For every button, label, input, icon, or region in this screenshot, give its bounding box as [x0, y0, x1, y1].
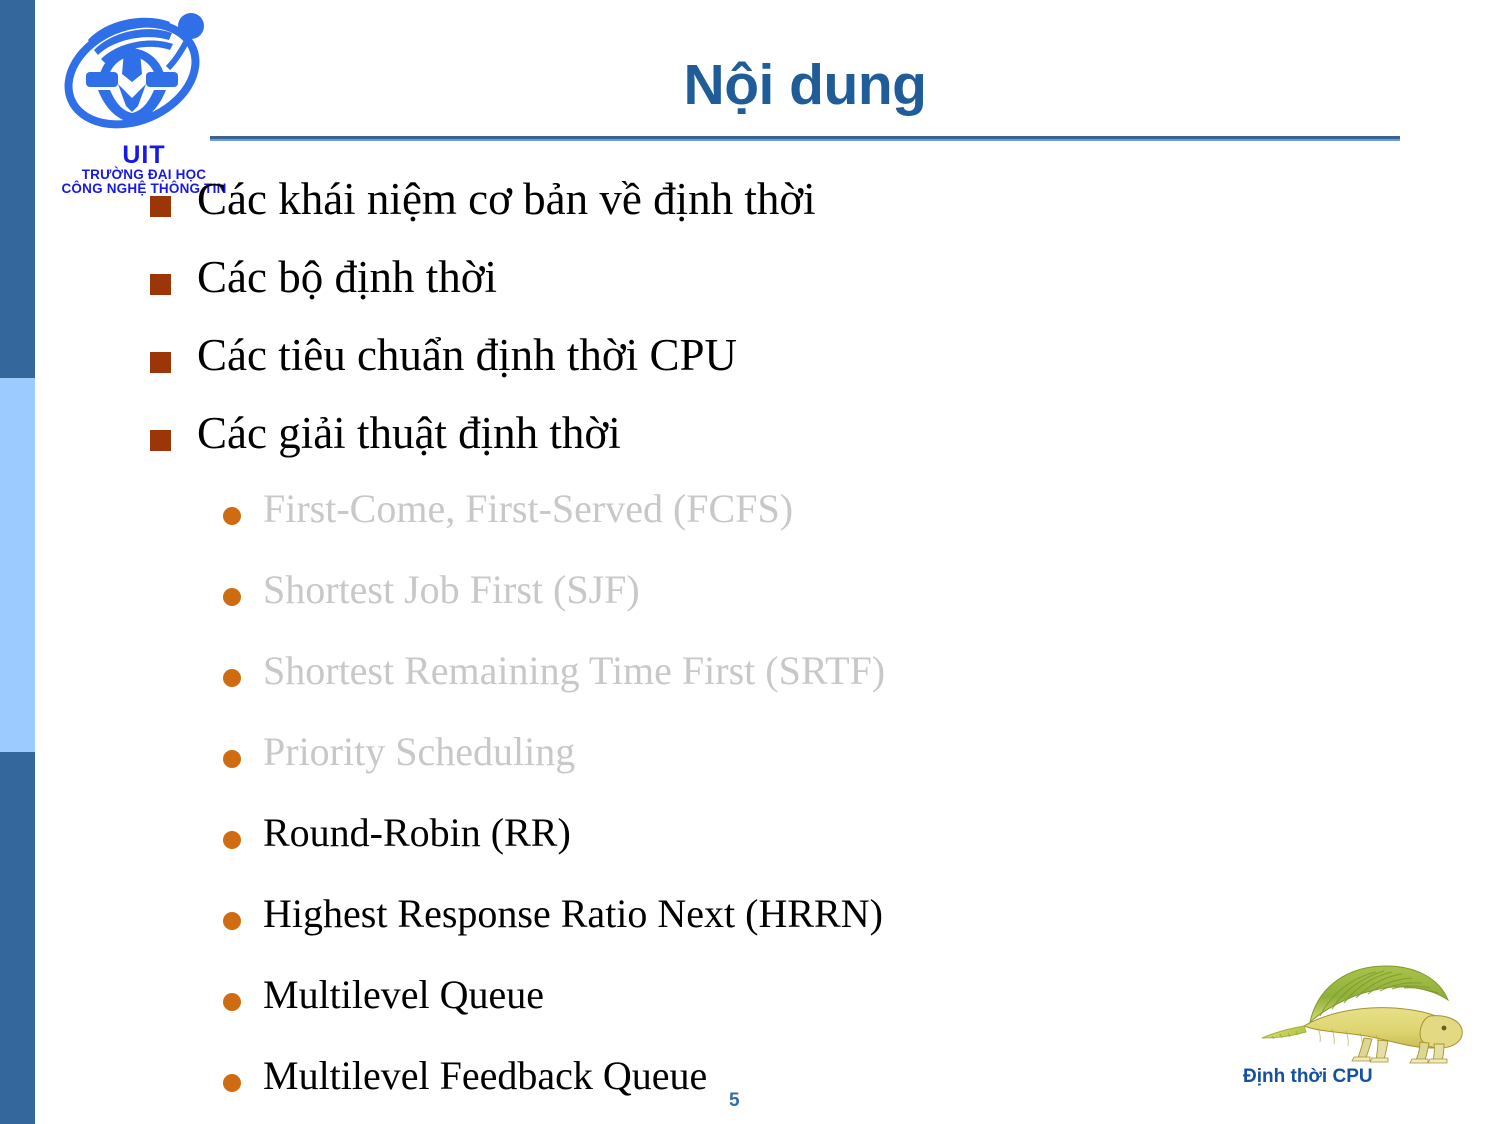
outline-item-label: Các bộ định thời: [197, 252, 498, 302]
sidebar-band-top: [0, 0, 35, 378]
title-underline: [210, 136, 1400, 141]
outline-content: Các khái niệm cơ bản về định thời Các bộ…: [150, 174, 1430, 1124]
outline-item: Các khái niệm cơ bản về định thời: [150, 174, 1430, 254]
square-bullet-icon: [150, 196, 171, 217]
uit-logo-atom-icon: [58, 4, 218, 144]
outline-subitem: Multilevel Queue: [150, 974, 1430, 1055]
outline-subitem-label: Multilevel Queue: [263, 972, 545, 1017]
outline-subitem-label: Shortest Job First (SJF): [263, 567, 640, 612]
slide-title: Nội dung: [683, 53, 927, 117]
outline-subitem: Highest Response Ratio Next (HRRN): [150, 893, 1430, 974]
outline-subitem-label: Shortest Remaining Time First (SRTF): [263, 648, 886, 693]
round-bullet-icon: [223, 669, 241, 687]
round-bullet-icon: [223, 588, 241, 606]
page-number: 5: [729, 1090, 740, 1111]
outline-item-label: Các giải thuật định thời: [197, 408, 621, 458]
outline-subitem: Shortest Remaining Time First (SRTF): [150, 650, 1430, 731]
outline-subitem: First-Come, First-Served (FCFS): [150, 488, 1430, 569]
outline-item: Các bộ định thời: [150, 252, 1430, 332]
round-bullet-icon: [223, 831, 241, 849]
round-bullet-icon: [223, 750, 241, 768]
outline-subitem-label: Round-Robin (RR): [263, 810, 571, 855]
sidebar-band-middle: [0, 378, 35, 752]
round-bullet-icon: [223, 912, 241, 930]
outline-subitem-label: First-Come, First-Served (FCFS): [263, 486, 794, 531]
slide: UIT TRƯỜNG ĐẠI HỌC CÔNG NGHỆ THÔNG TIN N…: [0, 0, 1499, 1124]
square-bullet-icon: [150, 430, 171, 451]
round-bullet-icon: [223, 993, 241, 1011]
outline-item-label: Các khái niệm cơ bản về định thời: [197, 174, 816, 224]
outline-item-label: Các tiêu chuẩn định thời CPU: [197, 330, 737, 380]
square-bullet-icon: [150, 274, 171, 295]
outline-subitem: Shortest Job First (SJF): [150, 569, 1430, 650]
sidebar-band-bottom: [0, 752, 35, 1124]
outline-subitem: Round-Robin (RR): [150, 812, 1430, 893]
uit-logo-acronym: UIT: [122, 141, 166, 169]
outline-subitem-label: Multilevel Feedback Queue: [263, 1053, 708, 1098]
outline-item: Các giải thuật định thời: [150, 408, 1430, 488]
round-bullet-icon: [223, 1074, 241, 1092]
left-sidebar-decoration: [0, 0, 35, 1124]
dimetrodon-dinosaur-icon: [1258, 960, 1468, 1065]
outline-subitem-label: Priority Scheduling: [263, 729, 576, 774]
outline-subitem: Multilevel Feedback Queue: [150, 1055, 1430, 1124]
outline-subitem: Priority Scheduling: [150, 731, 1430, 812]
outline-subitem-label: Highest Response Ratio Next (HRRN): [263, 891, 883, 936]
footer-label: Định thời CPU: [1243, 1066, 1373, 1087]
square-bullet-icon: [150, 352, 171, 373]
outline-item: Các tiêu chuẩn định thời CPU: [150, 330, 1430, 410]
round-bullet-icon: [223, 507, 241, 525]
